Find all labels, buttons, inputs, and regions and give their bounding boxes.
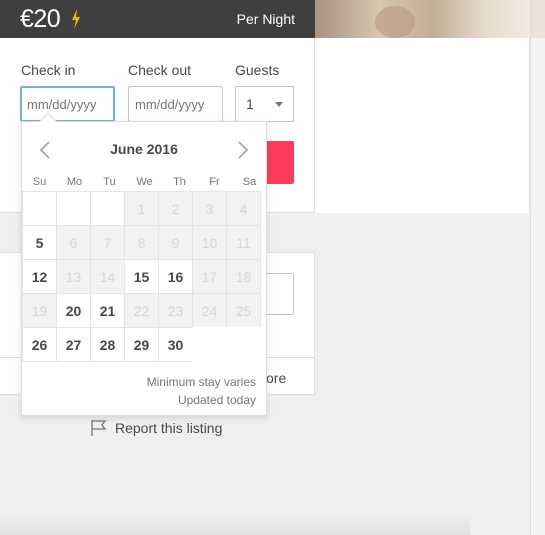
nightly-price: €20 bbox=[20, 5, 61, 33]
check-in-label: Check in bbox=[21, 62, 76, 78]
calendar-day[interactable]: 27 bbox=[56, 327, 91, 362]
guests-value: 1 bbox=[246, 96, 254, 112]
minimum-stay-note: Minimum stay varies bbox=[146, 375, 256, 389]
datepicker: June 2016 Su Mo Tu We Th Fr Sa 123456789… bbox=[21, 112, 267, 416]
calendar-empty-cell bbox=[226, 327, 261, 362]
right-column-card bbox=[315, 38, 530, 213]
report-listing-link[interactable]: Report this listing bbox=[90, 419, 222, 437]
calendar-day: 2 bbox=[158, 191, 193, 226]
check-in-input[interactable] bbox=[20, 86, 115, 122]
calendar-day: 22 bbox=[124, 293, 159, 328]
page-scroll-edge bbox=[530, 0, 545, 535]
guests-select[interactable]: 1 bbox=[235, 86, 294, 122]
calendar-day[interactable]: 16 bbox=[158, 259, 193, 294]
calendar-day: 19 bbox=[22, 293, 57, 328]
calendar-day: 1 bbox=[124, 191, 159, 226]
calendar-day[interactable]: 12 bbox=[22, 259, 57, 294]
calendar-day: 14 bbox=[90, 259, 125, 294]
calendar-grid: 1 2 3 4 5 6 7 8 9 10 11 12 13 14 15 16 17 18 19 20 21 22 23 24 2… bbox=[22, 191, 261, 362]
chevron-right-icon[interactable] bbox=[236, 140, 250, 160]
per-night-label: Per Night bbox=[236, 11, 295, 27]
calendar-day[interactable]: 21 bbox=[90, 293, 125, 328]
weekday-fr: Fr bbox=[209, 176, 220, 188]
calendar-day[interactable]: 15 bbox=[124, 259, 159, 294]
chevron-down-icon bbox=[275, 102, 283, 107]
calendar-day: 7 bbox=[90, 225, 125, 260]
calendar-day: 25 bbox=[226, 293, 261, 328]
calendar-day[interactable]: 26 bbox=[22, 327, 57, 362]
weekday-sa: Sa bbox=[242, 176, 257, 188]
calendar-day: 17 bbox=[192, 259, 227, 294]
check-out-input[interactable] bbox=[128, 86, 223, 122]
calendar-day[interactable]: 30 bbox=[158, 327, 193, 362]
updated-note: Updated today bbox=[177, 393, 256, 407]
instant-book-icon bbox=[72, 9, 80, 29]
photo-detail bbox=[375, 6, 415, 38]
calendar-week: 1234 bbox=[22, 191, 261, 226]
calendar-day: 4 bbox=[226, 191, 261, 226]
weekday-we: We bbox=[136, 176, 153, 188]
calendar-day: 9 bbox=[158, 225, 193, 260]
calendar-week: 26 27 28 29 30 bbox=[22, 327, 261, 362]
calendar-day[interactable]: 28 bbox=[90, 327, 125, 362]
flag-icon bbox=[91, 420, 107, 436]
photo-edge bbox=[531, 0, 545, 38]
check-out-label: Check out bbox=[128, 62, 192, 78]
calendar-day: 3 bbox=[192, 191, 227, 226]
calendar-day: 6 bbox=[56, 225, 91, 260]
calendar-empty-cell bbox=[56, 191, 91, 226]
calendar-day: 10 bbox=[192, 225, 227, 260]
calendar-empty-cell bbox=[22, 191, 57, 226]
report-label: Report this listing bbox=[115, 420, 223, 436]
weekday-tu: Tu bbox=[103, 176, 116, 188]
weekday-header: Su Mo Tu We Th Fr Sa bbox=[22, 176, 267, 188]
more-link[interactable]: ore bbox=[266, 370, 286, 386]
calendar-day[interactable]: 5 bbox=[22, 225, 57, 260]
calendar-day: 18 bbox=[226, 259, 261, 294]
weekday-su: Su bbox=[32, 176, 47, 188]
calendar-day: 8 bbox=[124, 225, 159, 260]
calendar-empty-cell bbox=[90, 191, 125, 226]
bottom-shadow bbox=[0, 515, 470, 535]
weekday-th: Th bbox=[173, 176, 186, 188]
calendar-day[interactable]: 20 bbox=[56, 293, 91, 328]
month-title: June 2016 bbox=[110, 141, 178, 157]
calendar-day: 24 bbox=[192, 293, 227, 328]
listing-photo[interactable] bbox=[315, 0, 530, 38]
calendar-week: 12 13 14 15 16 17 18 bbox=[22, 259, 261, 294]
calendar-empty-cell bbox=[192, 327, 227, 362]
calendar-day: 13 bbox=[56, 259, 91, 294]
calendar-day[interactable]: 29 bbox=[124, 327, 159, 362]
calendar-week: 5 6 7 8 9 10 11 bbox=[22, 225, 261, 260]
guests-label: Guests bbox=[235, 62, 280, 78]
calendar-day: 11 bbox=[226, 225, 261, 260]
weekday-mo: Mo bbox=[66, 176, 83, 188]
calendar-day: 23 bbox=[158, 293, 193, 328]
price-bar: €20 Per Night bbox=[0, 0, 315, 38]
calendar-week: 19 20 21 22 23 24 25 bbox=[22, 293, 261, 328]
